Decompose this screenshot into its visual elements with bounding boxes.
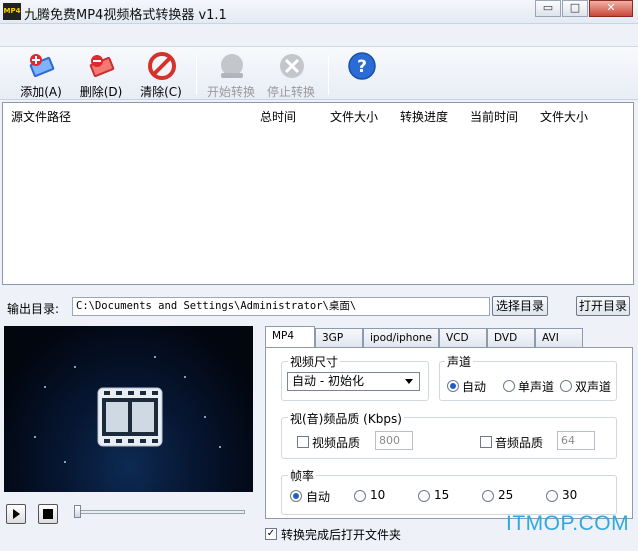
video-size-select[interactable]: 自动 - 初始化 [287, 372, 420, 391]
video-quality-checkbox[interactable] [297, 436, 309, 448]
stop-convert-label: 停止转换 [266, 85, 315, 99]
toolbar-separator [328, 55, 329, 95]
toolbar: 添加(A) 删除(D) 清除(C) 开始转换 停止转换 ? [0, 46, 638, 100]
video-size-title: 视频尺寸 [288, 353, 341, 370]
close-button[interactable]: ✕ [589, 0, 633, 17]
column-header-output-size[interactable]: 文件大小 [540, 108, 588, 125]
channel-mono-label: 单声道 [518, 380, 555, 394]
framerate-30-label: 30 [562, 488, 578, 502]
toolbar-separator [196, 55, 197, 95]
add-film-icon [29, 54, 55, 78]
tab-dvd[interactable]: DVD [487, 328, 535, 347]
audio-quality-label: 音频品质 [495, 436, 544, 450]
column-header-progress[interactable]: 转换进度 [400, 108, 448, 125]
open-dir-button[interactable]: 打开目录 [576, 296, 630, 316]
framerate-title: 帧率 [288, 467, 317, 484]
channel-stereo-radio[interactable] [560, 380, 572, 392]
framerate-10-label: 10 [370, 488, 386, 502]
tab-mp4[interactable]: MP4 [265, 326, 315, 348]
tab-3gp[interactable]: 3GP [315, 328, 363, 347]
clear-icon [148, 52, 176, 80]
delete-film-icon [89, 55, 115, 78]
audio-quality-input[interactable]: 64 [557, 431, 595, 450]
video-quality-label: 视频品质 [312, 436, 361, 450]
start-convert-label: 开始转换 [206, 85, 255, 99]
video-quality-input[interactable]: 800 [375, 431, 413, 450]
stop-button[interactable] [38, 504, 58, 524]
framerate-10-radio[interactable] [354, 490, 366, 502]
playback-slider-thumb[interactable] [74, 505, 81, 518]
tab-ipod-iphone[interactable]: ipod/iphone [363, 328, 439, 347]
framerate-25-label: 25 [498, 488, 514, 502]
help-button[interactable]: ? [336, 49, 386, 99]
column-header-source-path[interactable]: 源文件路径 [11, 108, 71, 125]
column-header-file-size[interactable]: 文件大小 [330, 108, 378, 125]
minimize-button[interactable]: ▭ [535, 0, 561, 17]
tab-avi[interactable]: AVI [535, 328, 583, 347]
quality-title: 视(音)频品质 (Kbps) [288, 410, 404, 427]
help-icon: ? [348, 52, 376, 80]
column-header-total-time[interactable]: 总时间 [260, 108, 296, 125]
framerate-25-radio[interactable] [482, 490, 494, 502]
framerate-auto-radio[interactable] [290, 490, 302, 502]
clear-button[interactable]: 清除(C) [136, 49, 186, 99]
watermark-logo: ITMOP.COM [506, 512, 630, 535]
open-after-checkbox[interactable]: ✓ [265, 528, 277, 540]
video-size-value: 自动 - 初始化 [292, 374, 364, 388]
svg-text:?: ? [357, 57, 367, 77]
stop-convert-button[interactable]: 停止转换 [266, 49, 316, 99]
window-title: 九腾免费MP4视频格式转换器 v1.1 [24, 8, 227, 23]
chevron-down-icon [405, 379, 413, 384]
play-icon [13, 509, 20, 519]
stop-convert-icon [280, 54, 304, 78]
framerate-15-label: 15 [434, 488, 450, 502]
stop-icon [43, 509, 53, 519]
choose-dir-button[interactable]: 选择目录 [492, 296, 548, 316]
film-reel-icon [97, 387, 163, 447]
channel-auto-label: 自动 [462, 380, 487, 394]
add-label: 添加(A) [20, 85, 62, 99]
channel-mono-radio[interactable] [503, 380, 515, 392]
file-list[interactable]: 源文件路径 总时间 文件大小 转换进度 当前时间 文件大小 [2, 102, 634, 285]
start-convert-icon [221, 54, 243, 78]
play-button[interactable] [6, 504, 26, 524]
output-dir-input[interactable]: C:\Documents and Settings\Administrator\… [72, 297, 490, 316]
channel-title: 声道 [445, 353, 474, 370]
open-after-label: 转换完成后打开文件夹 [281, 528, 402, 542]
clear-label: 清除(C) [140, 85, 182, 99]
delete-label: 删除(D) [79, 85, 123, 99]
column-header-current-time[interactable]: 当前时间 [470, 108, 518, 125]
audio-quality-checkbox[interactable] [480, 436, 492, 448]
app-icon: MP4 [3, 3, 21, 20]
playback-slider[interactable] [74, 510, 245, 514]
tab-vcd[interactable]: VCD [439, 328, 487, 347]
framerate-auto-label: 自动 [306, 490, 331, 504]
channel-auto-radio[interactable] [447, 380, 459, 392]
delete-button[interactable]: 删除(D) [76, 49, 126, 99]
add-button[interactable]: 添加(A) [16, 49, 66, 99]
start-convert-button[interactable]: 开始转换 [206, 49, 256, 99]
framerate-15-radio[interactable] [418, 490, 430, 502]
output-dir-label: 输出目录: [7, 302, 60, 316]
channel-stereo-label: 双声道 [575, 380, 612, 394]
framerate-30-radio[interactable] [546, 490, 558, 502]
maximize-button[interactable]: □ [562, 0, 588, 17]
video-preview [4, 326, 253, 492]
